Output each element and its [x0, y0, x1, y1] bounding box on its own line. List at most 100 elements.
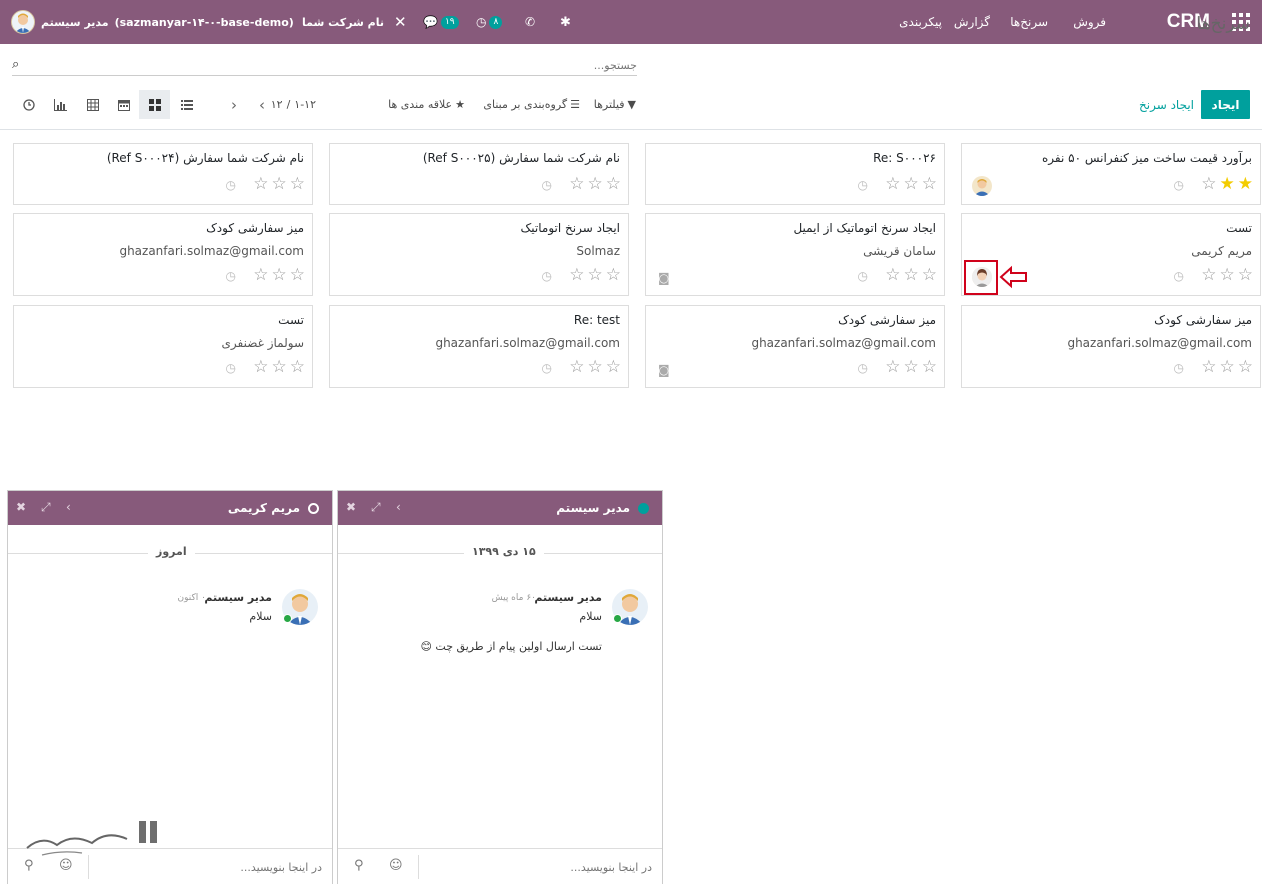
priority-stars[interactable]: ☆ ☆ ☆	[885, 357, 937, 377]
message-author[interactable]: مدیر سیستم	[534, 591, 602, 604]
attachment-icon[interactable]: ⚲	[354, 858, 364, 873]
priority-star-icon[interactable]: ☆	[885, 174, 900, 194]
priority-stars[interactable]: ☆ ☆ ☆	[885, 265, 937, 285]
priority-star-icon[interactable]: ★	[1220, 174, 1235, 194]
activity-clock-icon[interactable]: ◷	[226, 269, 236, 283]
priority-star-icon[interactable]: ☆	[272, 174, 287, 194]
favorites-button[interactable]: ★ علاقه مندی ها	[388, 90, 465, 119]
priority-star-icon[interactable]: ☆	[253, 357, 268, 377]
priority-star-icon[interactable]: ☆	[1238, 357, 1253, 377]
groupby-button[interactable]: ☰ گروه‌بندی بر مبنای	[483, 90, 580, 119]
menu-sales[interactable]: فروش	[1073, 0, 1106, 44]
close-icon[interactable]: ✖	[346, 500, 356, 514]
message-author[interactable]: مدیر سیستم	[204, 591, 272, 604]
expand-icon[interactable]: ⤢	[41, 500, 51, 515]
lead-card[interactable]: نام شرکت شما سفارش (Ref S۰۰۰۲۴) ☆ ☆ ☆ ◷	[13, 143, 313, 205]
priority-star-icon[interactable]: ★	[1238, 174, 1253, 194]
priority-star-icon[interactable]: ☆	[569, 174, 584, 194]
activity-clock-icon[interactable]: ◷	[1174, 361, 1184, 375]
activity-view-icon[interactable]	[13, 90, 44, 119]
phone-icon[interactable]: ✆	[525, 0, 535, 44]
priority-star-icon[interactable]: ☆	[1220, 357, 1235, 377]
pager-value[interactable]: ۱-۱۲	[294, 98, 316, 111]
camera-icon[interactable]: ◙	[658, 363, 670, 377]
priority-star-icon[interactable]: ☆	[253, 174, 268, 194]
chevron-right-icon[interactable]: ›	[66, 500, 71, 514]
priority-star-icon[interactable]: ☆	[1201, 265, 1216, 285]
company-switcher[interactable]: نام شرکت شما	[302, 0, 384, 44]
search-input[interactable]	[47, 56, 637, 75]
calendar-view-icon[interactable]	[108, 90, 139, 119]
list-view-icon[interactable]	[171, 90, 202, 119]
close-icon[interactable]: ✖	[16, 500, 26, 514]
priority-star-icon[interactable]: ☆	[606, 265, 621, 285]
priority-star-icon[interactable]: ☆	[1201, 174, 1216, 194]
emoji-icon[interactable]: ☺	[389, 858, 403, 873]
priority-stars[interactable]: ☆ ☆ ☆	[569, 265, 621, 285]
message-input[interactable]	[432, 857, 652, 877]
lead-card[interactable]: ایجاد سرنخ اتوماتیک از ایمیل سامان قریشی ☆…	[645, 213, 945, 296]
priority-star-icon[interactable]: ☆	[922, 357, 937, 377]
activity-clock-icon[interactable]: ◷	[858, 178, 868, 192]
kanban-view-icon[interactable]	[139, 90, 170, 119]
priority-star-icon[interactable]: ☆	[290, 357, 305, 377]
activity-clock-icon[interactable]: ◷	[1174, 269, 1184, 283]
lead-card[interactable]: تست سولماز غضنفری ☆ ☆ ☆ ◷	[13, 305, 313, 388]
activity-clock-icon[interactable]: ◷	[542, 361, 552, 375]
priority-star-icon[interactable]: ☆	[253, 265, 268, 285]
activity-clock-icon[interactable]: ◷	[226, 178, 236, 192]
priority-star-icon[interactable]: ☆	[1238, 265, 1253, 285]
priority-star-icon[interactable]: ☆	[922, 265, 937, 285]
priority-stars[interactable]: ☆ ☆ ☆	[569, 174, 621, 194]
search-icon[interactable]: ⌕	[12, 57, 19, 72]
lead-card[interactable]: برآورد قیمت ساخت میز کنفرانس ۵۰ نفره ★ ★ ☆ ◷	[961, 143, 1261, 205]
chevron-right-icon[interactable]: ›	[396, 500, 401, 514]
menu-reporting[interactable]: گزارش	[954, 0, 990, 44]
priority-star-icon[interactable]: ☆	[885, 265, 900, 285]
tools-icon[interactable]: ✕	[394, 0, 407, 44]
activity-clock-icon[interactable]: ◷	[1174, 178, 1184, 192]
pager-next-icon[interactable]: ›	[224, 90, 244, 119]
priority-star-icon[interactable]: ☆	[588, 265, 603, 285]
priority-star-icon[interactable]: ☆	[922, 174, 937, 194]
priority-stars[interactable]: ☆ ☆ ☆	[253, 265, 305, 285]
emoji-icon[interactable]: ☺	[59, 858, 73, 873]
priority-stars[interactable]: ☆ ☆ ☆	[885, 174, 937, 194]
filters-button[interactable]: ▼ فیلترها	[594, 90, 636, 119]
priority-star-icon[interactable]: ☆	[904, 357, 919, 377]
create-lead-button[interactable]: ایجاد سرنخ	[1139, 90, 1194, 119]
message-input[interactable]	[102, 857, 322, 877]
activity-clock-icon[interactable]: ◷	[858, 361, 868, 375]
lead-card[interactable]: Re: test ghazanfari.solmaz@gmail.com ☆ ☆ ☆ ◷	[329, 305, 629, 388]
expand-icon[interactable]: ⤢	[371, 500, 381, 515]
priority-star-icon[interactable]: ☆	[885, 357, 900, 377]
priority-star-icon[interactable]: ☆	[272, 357, 287, 377]
camera-icon[interactable]: ◙	[658, 271, 670, 285]
lead-card[interactable]: نام شرکت شما سفارش (Ref S۰۰۰۲۵) ☆ ☆ ☆ ◷	[329, 143, 629, 205]
activity-clock-icon[interactable]: ◷	[858, 269, 868, 283]
priority-stars[interactable]: ☆ ☆ ☆	[253, 357, 305, 377]
priority-stars[interactable]: ☆ ☆ ☆	[1201, 265, 1253, 285]
lead-card[interactable]: میز سفارشی کودک ghazanfari.solmaz@gmail.c…	[645, 305, 945, 388]
pivot-view-icon[interactable]	[77, 90, 108, 119]
priority-star-icon[interactable]: ☆	[588, 357, 603, 377]
priority-star-icon[interactable]: ☆	[606, 174, 621, 194]
pager-previous-icon[interactable]: ‹	[252, 90, 272, 119]
graph-view-icon[interactable]	[45, 90, 76, 119]
priority-stars[interactable]: ☆ ☆ ☆	[253, 174, 305, 194]
menu-configuration[interactable]: پیکربندی	[899, 0, 942, 44]
activity-clock-icon[interactable]: ◷	[226, 361, 236, 375]
menu-leads[interactable]: سرنخ‌ها	[1010, 0, 1048, 44]
priority-star-icon[interactable]: ☆	[1220, 265, 1235, 285]
priority-star-icon[interactable]: ☆	[569, 357, 584, 377]
create-button[interactable]: ایجاد	[1201, 90, 1250, 119]
priority-star-icon[interactable]: ☆	[290, 265, 305, 285]
activity-clock-icon[interactable]: ◷	[542, 178, 552, 192]
priority-star-icon[interactable]: ☆	[904, 174, 919, 194]
priority-stars[interactable]: ☆ ☆ ☆	[569, 357, 621, 377]
chat-header[interactable]: مریم کریمی › ⤢ ✖	[8, 491, 332, 525]
priority-star-icon[interactable]: ☆	[569, 265, 584, 285]
activity-menu[interactable]: ۸ ◷	[476, 0, 503, 44]
user-menu[interactable]: (sazmanyar-۱۴-۰-base-demo) مدیر سیستم	[11, 0, 294, 44]
priority-star-icon[interactable]: ☆	[904, 265, 919, 285]
